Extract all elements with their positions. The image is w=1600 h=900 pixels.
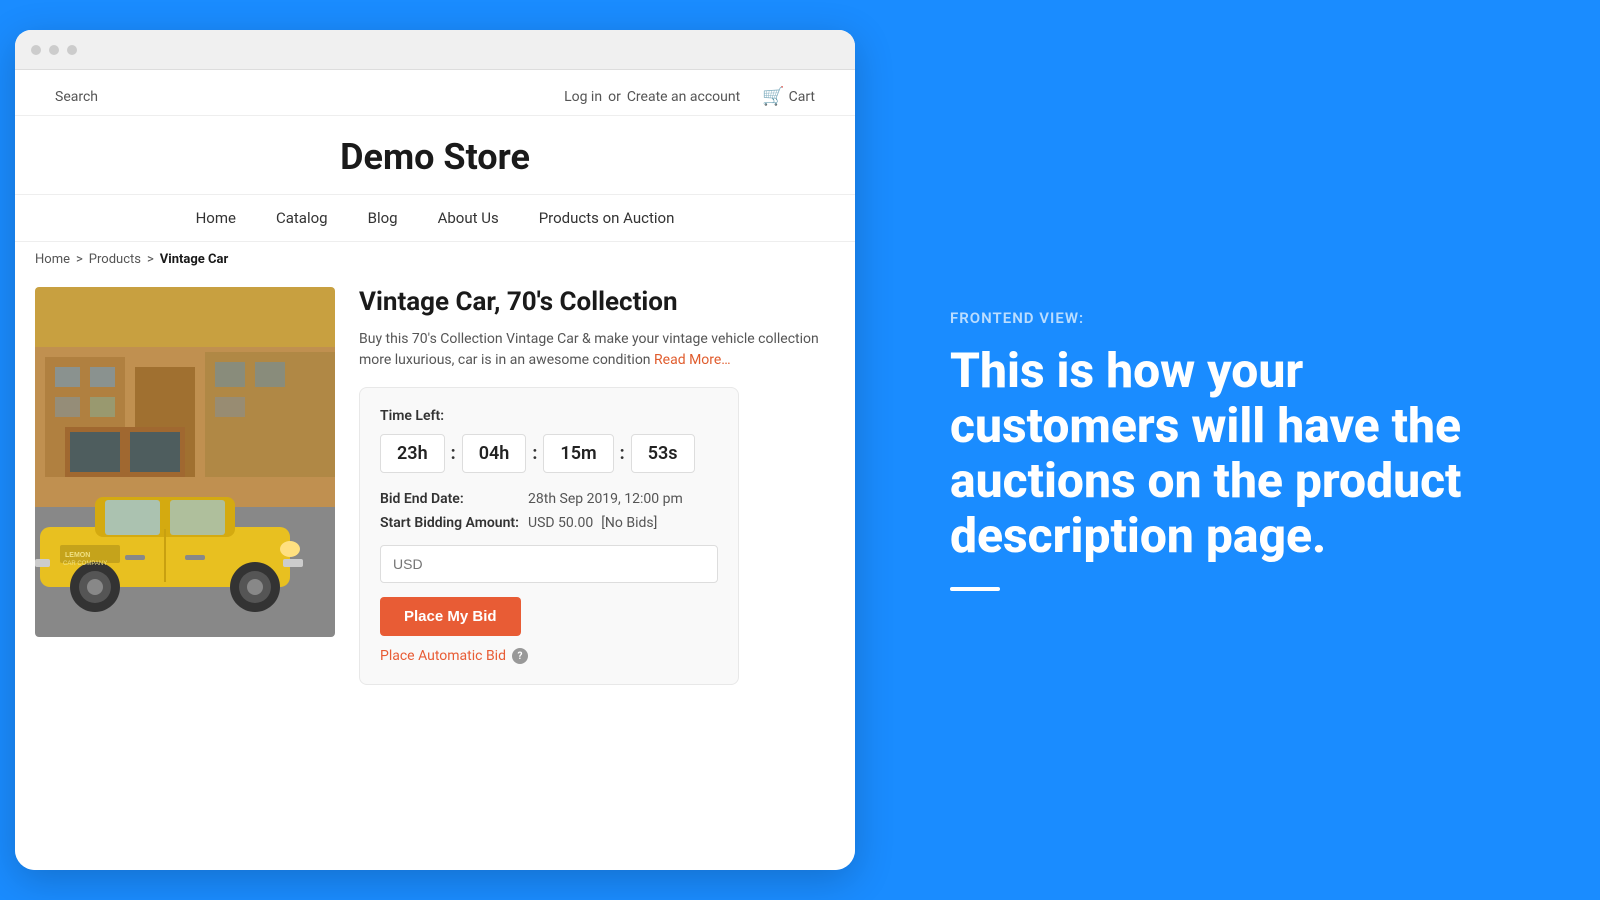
breadcrumb-home[interactable]: Home [35,252,70,267]
countdown-sep-3: : [618,443,627,464]
svg-text:CAR COMPANY: CAR COMPANY [63,561,107,567]
countdown-seconds: 53s [631,434,695,473]
browser-dot-red [31,45,41,55]
auth-section: Log in or Create an account 🛒 Cart [564,86,815,107]
store-header: Search Log in or Create an account 🛒 Car… [15,70,855,116]
nav-home[interactable]: Home [196,209,236,227]
svg-text:LEMON: LEMON [65,552,90,559]
cart-label: Cart [789,89,815,105]
search-label[interactable]: Search [55,89,98,105]
browser-dot-green [67,45,77,55]
store-title: Demo Store [15,136,855,178]
breadcrumb-sep1: > [76,252,83,267]
cart-section[interactable]: 🛒 Cart [762,86,815,107]
start-bid-row: Start Bidding Amount: USD 50.00 [No Bids… [380,515,718,531]
bid-input[interactable] [380,545,718,583]
nav-about[interactable]: About Us [438,209,499,227]
countdown-sep-2: : [530,443,539,464]
start-bid-amount: USD 50.00 [528,515,593,531]
login-link[interactable]: Log in [564,89,602,105]
breadcrumb-current: Vintage Car [160,252,228,267]
auto-bid-label: Place Automatic Bid [380,648,506,664]
countdown-sep-1: : [449,443,458,464]
left-panel: Search Log in or Create an account 🛒 Car… [0,0,870,900]
countdown-minutes: 04h [462,434,527,473]
browser-dot-yellow [49,45,59,55]
browser-content: Search Log in or Create an account 🛒 Car… [15,70,855,870]
create-account-link[interactable]: Create an account [627,89,740,105]
time-left-label: Time Left: [380,408,718,424]
auction-box: Time Left: 23h : 04h : 15m : 53s [359,387,739,685]
bid-end-label: Bid End Date: [380,491,520,507]
right-panel: FRONTEND VIEW: This is how your customer… [870,0,1600,900]
product-description: Buy this 70's Collection Vintage Car & m… [359,329,835,371]
product-title: Vintage Car, 70's Collection [359,287,835,317]
breadcrumb-products[interactable]: Products [89,252,141,267]
breadcrumb: Home > Products > Vintage Car [15,242,855,277]
browser-mockup: Search Log in or Create an account 🛒 Car… [15,30,855,870]
product-details: Vintage Car, 70's Collection Buy this 70… [359,287,835,685]
nav-auction[interactable]: Products on Auction [539,209,675,227]
cart-icon: 🛒 [762,86,784,107]
browser-bar [15,30,855,70]
countdown-minutes2: 15m [543,434,613,473]
frontend-heading: This is how your customers will have the… [950,343,1520,564]
help-icon[interactable]: ? [512,648,528,664]
read-more-link[interactable]: Read More… [654,352,731,368]
countdown-timer: 23h : 04h : 15m : 53s [380,434,718,473]
bid-info: Bid End Date: 28th Sep 2019, 12:00 pm St… [380,491,718,531]
bid-end-row: Bid End Date: 28th Sep 2019, 12:00 pm [380,491,718,507]
or-text: or [608,89,621,105]
heading-underline [950,587,1000,591]
breadcrumb-sep2: > [147,252,154,267]
nav-blog[interactable]: Blog [368,209,398,227]
product-image: LEMON CAR COMPANY [35,287,335,637]
store-nav: Home Catalog Blog About Us Products on A… [15,195,855,242]
frontend-label: FRONTEND VIEW: [950,309,1520,327]
start-bid-label: Start Bidding Amount: [380,515,520,531]
nav-catalog[interactable]: Catalog [276,209,328,227]
store-title-section: Demo Store [15,116,855,195]
auto-bid-link[interactable]: Place Automatic Bid ? [380,648,718,664]
place-bid-button[interactable]: Place My Bid [380,597,521,636]
countdown-hours: 23h [380,434,445,473]
no-bids-badge: [No Bids] [601,515,657,531]
product-page: LEMON CAR COMPANY Vintage Car, 70's Coll… [15,277,855,695]
bid-end-value: 28th Sep 2019, 12:00 pm [528,491,683,507]
